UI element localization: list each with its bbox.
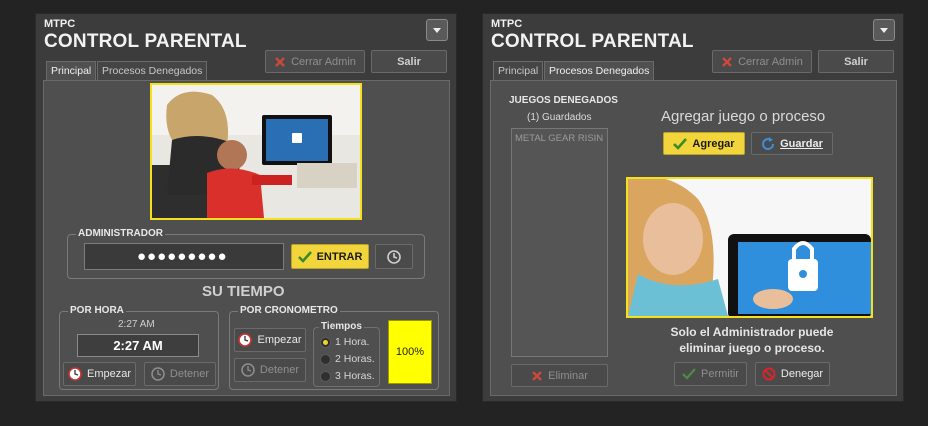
tiempos-group: Tiempos 1 Hora. 2 Horas. 3 Horas. [313, 321, 380, 387]
option-3-horas[interactable]: 3 Horas. [320, 370, 375, 382]
enter-label: ENTRAR [316, 250, 363, 263]
admin-note-line1: Solo el Administrador puede [670, 325, 834, 339]
timer-progress-indicator: 100% [388, 320, 432, 384]
menu-dropdown-button[interactable] [426, 19, 448, 41]
remove-button[interactable]: Eliminar [511, 364, 608, 387]
current-time-small: 2:27 AM [118, 319, 155, 330]
exit-label: Salir [844, 55, 868, 68]
app-title: CONTROL PARENTAL [44, 31, 247, 52]
por-hora-group: POR HORA 2:27 AM 2:27 AM Empezar Detener [59, 305, 219, 390]
denied-games-title: JUEGOS DENEGADOS [509, 95, 618, 106]
option-label: 3 Horas. [335, 370, 375, 382]
photo-illustration [628, 179, 871, 316]
tab-principal[interactable]: Principal [46, 61, 97, 80]
stopwatch-icon [241, 363, 255, 377]
checkmark-icon [682, 368, 696, 380]
chevron-down-icon [433, 27, 441, 33]
close-icon [532, 370, 542, 381]
deny-button[interactable]: Denegar [755, 362, 830, 386]
tiempos-title: Tiempos [319, 321, 364, 332]
save-label: Guardar [780, 137, 823, 150]
por-cronometro-group: POR CRONOMETRO Empezar Detener Tiempos 1… [229, 305, 439, 390]
app-short-name: MTPC [44, 18, 76, 30]
deny-label: Denegar [780, 368, 824, 380]
su-tiempo-heading: SU TIEMPO [202, 283, 285, 300]
save-button[interactable]: Guardar [751, 132, 833, 155]
close-admin-button[interactable]: Cerrar Admin [712, 50, 812, 73]
por-hora-title: POR HORA [68, 305, 126, 316]
parent-child-photo [150, 83, 362, 220]
tab-label: Principal [498, 65, 539, 77]
saved-count: (1) Guardados [527, 112, 592, 123]
admin-note-line2: eliminar juego o proceso. [679, 341, 825, 355]
list-item[interactable]: METAL GEAR RISIN [512, 129, 607, 148]
tab-label: Procesos Denegados [102, 65, 203, 77]
add-process-title: Agregar juego o proceso [661, 108, 826, 125]
option-label: 2 Horas. [335, 353, 375, 365]
stop-label: Detener [259, 364, 300, 376]
allow-button[interactable]: Permitir [674, 362, 747, 386]
admin-group-title: ADMINISTRADOR [76, 228, 165, 239]
allow-label: Permitir [701, 368, 739, 380]
app-title: CONTROL PARENTAL [491, 31, 694, 52]
start-label: Empezar [86, 368, 132, 380]
clock-icon [238, 333, 253, 347]
child-tablet-photo [626, 177, 873, 318]
password-field[interactable]: ●●●●●●●●● [84, 243, 284, 270]
close-icon [722, 56, 732, 67]
close-admin-label: Cerrar Admin [291, 55, 356, 68]
exit-label: Salir [397, 55, 421, 68]
refresh-icon [762, 136, 775, 150]
enter-button[interactable]: ENTRAR [291, 244, 369, 269]
remove-label: Eliminar [548, 369, 588, 382]
stopwatch-icon [151, 367, 165, 381]
radio-button[interactable] [320, 370, 331, 382]
add-label: Agregar [692, 137, 735, 150]
block-icon [762, 367, 776, 381]
admin-settings-button[interactable] [375, 244, 413, 269]
denied-processes-window: MTPC CONTROL PARENTAL Cerrar Admin Salir… [482, 13, 904, 402]
tab-principal[interactable]: Principal [493, 61, 544, 80]
tab-procesos-denegados[interactable]: Procesos Denegados [97, 61, 208, 80]
tab-label: Procesos Denegados [549, 65, 650, 77]
option-label: 1 Hora. [335, 336, 370, 348]
checkmark-icon [297, 250, 312, 263]
current-time-display: 2:27 AM [77, 334, 199, 357]
start-timer-button[interactable]: Empezar [234, 328, 306, 352]
power-clock-icon [387, 249, 401, 264]
exit-button[interactable]: Salir [818, 50, 894, 73]
radio-button[interactable] [320, 353, 331, 365]
por-cronometro-title: POR CRONOMETRO [238, 305, 340, 316]
menu-dropdown-button[interactable] [873, 19, 895, 41]
clock-icon [68, 367, 82, 381]
close-admin-label: Cerrar Admin [738, 55, 803, 68]
option-2-horas[interactable]: 2 Horas. [320, 353, 375, 365]
admin-note: Solo el Administrador puede eliminar jue… [641, 324, 863, 356]
tab-procesos-denegados[interactable]: Procesos Denegados [544, 61, 655, 80]
tab-label: Principal [51, 65, 92, 77]
chevron-down-icon [880, 27, 888, 33]
app-short-name: MTPC [491, 18, 523, 30]
photo-illustration [152, 85, 360, 218]
add-button[interactable]: Agregar [663, 132, 745, 155]
option-1-hora[interactable]: 1 Hora. [320, 336, 369, 348]
admin-group: ADMINISTRADOR ●●●●●●●●● ENTRAR [67, 228, 425, 279]
tab-panel: ADMINISTRADOR ●●●●●●●●● ENTRAR SU TIEMPO… [43, 80, 450, 396]
radio-button[interactable] [320, 336, 331, 348]
stop-label: Detener [169, 368, 210, 380]
close-admin-button[interactable]: Cerrar Admin [265, 50, 365, 73]
stop-timer-button[interactable]: Detener [234, 358, 306, 382]
close-icon [275, 56, 285, 67]
denied-games-list[interactable]: METAL GEAR RISIN [511, 128, 608, 357]
start-clock-button[interactable]: Empezar [63, 362, 136, 386]
checkmark-icon [673, 137, 688, 150]
start-label: Empezar [257, 334, 302, 346]
stop-clock-button[interactable]: Detener [144, 362, 216, 386]
main-window: MTPC CONTROL PARENTAL Cerrar Admin Salir… [35, 13, 457, 402]
tab-panel: JUEGOS DENEGADOS (1) Guardados METAL GEA… [490, 80, 897, 396]
exit-button[interactable]: Salir [371, 50, 447, 73]
